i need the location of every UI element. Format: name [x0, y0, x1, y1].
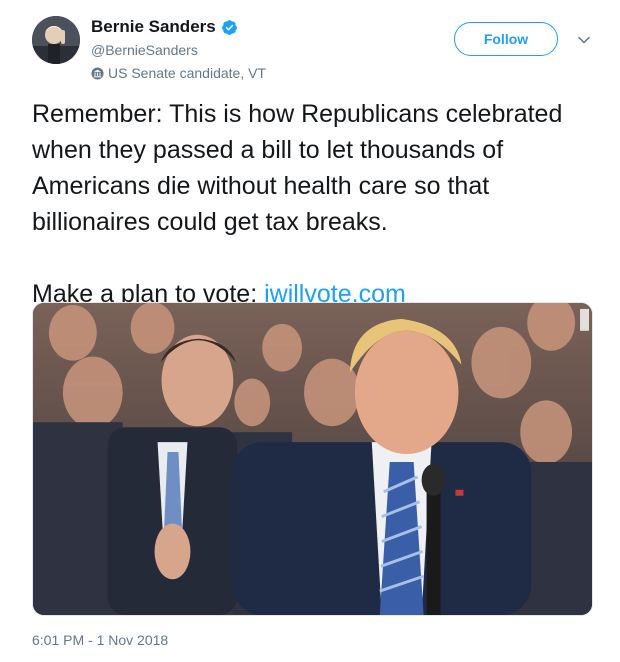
handle[interactable]: @BernieSanders	[91, 42, 266, 60]
name-row: Bernie Sanders	[91, 16, 266, 38]
tweet-text-body: Remember: This is how Republicans celebr…	[32, 100, 570, 236]
account-label: US Senate candidate, VT	[91, 64, 266, 82]
avatar[interactable]	[32, 16, 80, 64]
display-name[interactable]: Bernie Sanders	[91, 17, 216, 37]
user-info: Bernie Sanders @BernieSanders US Senate …	[91, 16, 266, 82]
verified-badge-icon	[221, 19, 238, 36]
tweet-card: Bernie Sanders @BernieSanders US Senate …	[0, 0, 620, 662]
government-building-icon	[91, 66, 104, 80]
account-label-text: US Senate candidate, VT	[108, 65, 266, 81]
tweet-text: Remember: This is how Republicans celebr…	[32, 96, 592, 312]
follow-button[interactable]: Follow	[454, 22, 558, 56]
timestamp[interactable]: 6:01 PM - 1 Nov 2018	[32, 632, 168, 648]
tweet-photo[interactable]	[32, 302, 593, 616]
more-options-button[interactable]	[574, 32, 594, 48]
avatar-image	[32, 16, 80, 64]
chevron-down-icon	[578, 36, 590, 44]
crowd-photo-illustration	[33, 303, 592, 615]
